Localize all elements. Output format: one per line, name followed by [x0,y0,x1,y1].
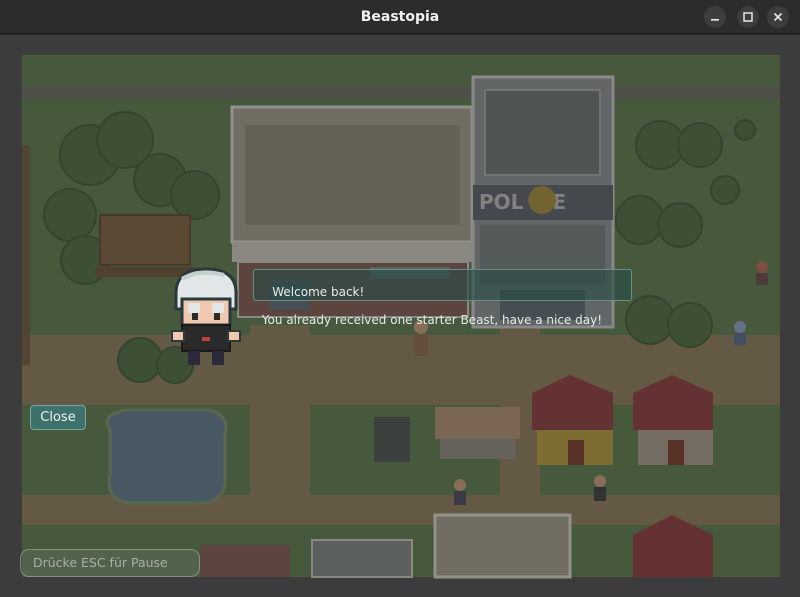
window-title: Beastopia [360,9,440,25]
dialog-line-2: You already received one starter Beast, … [258,313,603,327]
close-icon [773,12,783,22]
title-bar: Beastopia [0,0,800,34]
game-viewport[interactable]: POL ICE Welcome back! You already receiv… [0,35,800,597]
dialog-box: Welcome back! You already received one s… [253,269,632,327]
minimize-button[interactable] [704,6,726,28]
maximize-button[interactable] [737,6,759,28]
maximize-icon [743,12,753,22]
close-window-button[interactable] [767,6,789,28]
close-button[interactable]: Close [30,405,86,430]
pause-hint: Drücke ESC für Pause [20,549,200,577]
player-character [171,267,241,365]
dialog-line-1: Welcome back! [272,285,365,299]
minimize-icon [711,19,719,21]
